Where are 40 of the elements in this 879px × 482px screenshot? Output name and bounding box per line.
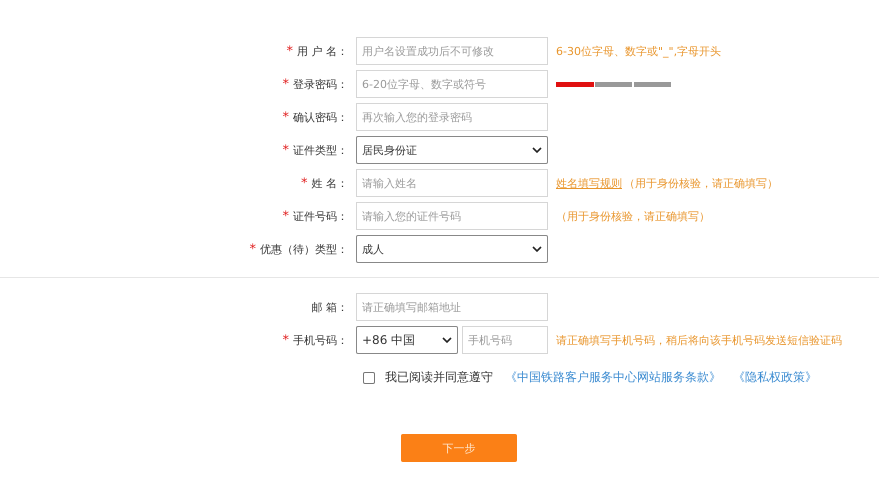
hint-text: （用于身份核验，请正确填写）: [624, 176, 778, 190]
required-mark: *: [250, 242, 256, 256]
text-field[interactable]: 6-20位字母、数字或符号: [356, 70, 548, 98]
next-button[interactable]: 下一步: [401, 434, 517, 462]
field-label: 确认密码：: [293, 110, 348, 124]
field-label: 邮 箱：: [312, 300, 348, 314]
required-mark: *: [286, 44, 293, 58]
text-field[interactable]: 请输入您的证件号码: [356, 202, 548, 230]
agreement-text: 我已阅读并同意遵守: [385, 369, 493, 386]
field-label: 用 户 名：: [297, 44, 348, 58]
policy-link[interactable]: 《隐私权政策》: [733, 369, 817, 386]
dropdown[interactable]: 居民身份证: [356, 136, 548, 164]
chevron-down-icon: [532, 246, 542, 252]
text-field[interactable]: 用户名设置成功后不可修改: [356, 37, 548, 65]
hint-text: 6-30位字母、数字或"_",字母开头: [556, 44, 722, 58]
agree-checkbox[interactable]: [363, 372, 375, 384]
country-dropdown[interactable]: +86 中国: [356, 326, 458, 354]
hint-text: （用于身份核验，请正确填写）: [556, 208, 710, 224]
required-mark: *: [282, 142, 289, 158]
rules-link[interactable]: 姓名填写规则: [556, 176, 622, 190]
required-mark: *: [282, 208, 289, 224]
chevron-down-icon: [532, 146, 542, 154]
text-field[interactable]: 请正确填写邮箱地址: [356, 293, 548, 321]
text-field[interactable]: 再次输入您的登录密码: [356, 103, 548, 131]
required-mark: *: [282, 110, 289, 124]
field-label: 姓 名：: [312, 176, 348, 190]
required-mark: *: [282, 76, 289, 92]
hint-text: 请正确填写手机号码，稍后将向该手机号码发送短信验证码: [556, 332, 842, 348]
required-mark: *: [282, 332, 289, 348]
field-label: 手机号码：: [293, 332, 348, 348]
phone-field[interactable]: 手机号码: [462, 326, 548, 354]
required-mark: *: [301, 176, 308, 190]
chevron-down-icon: [442, 336, 452, 344]
policy-link[interactable]: 《中国铁路客户服务中心网站服务条款》: [505, 369, 721, 386]
text-field[interactable]: 请输入姓名: [356, 169, 548, 197]
field-label: 登录密码：: [293, 76, 348, 92]
field-label: 证件号码：: [293, 208, 348, 224]
dropdown[interactable]: 成人: [356, 235, 548, 263]
field-label: 证件类型：: [293, 142, 348, 158]
field-label: 优惠（待）类型：: [260, 242, 348, 256]
